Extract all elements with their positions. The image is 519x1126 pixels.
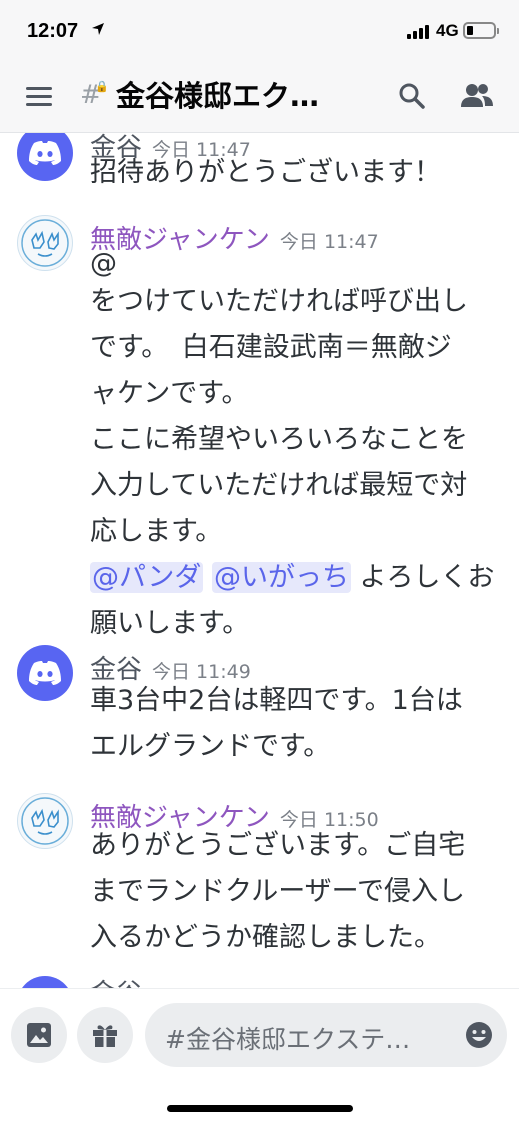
home-indicator[interactable]: [167, 1105, 353, 1112]
message-line: 願いします。: [90, 608, 250, 639]
message-line: 入力していただければ最短で対: [90, 470, 468, 501]
emoji-icon[interactable]: [465, 1021, 493, 1049]
gift-icon: [93, 1025, 117, 1047]
network-type: 4G: [436, 21, 459, 40]
message-line: ここに希望やいろいろなことを: [90, 424, 468, 455]
message-line: 招待ありがとうございます！: [90, 157, 441, 188]
janken-logo-icon: [21, 219, 69, 267]
mention-tag[interactable]: @いがっち: [211, 562, 351, 593]
discord-avatar[interactable]: [17, 645, 73, 701]
message-input[interactable]: #金谷様邸エクステ…: [145, 1003, 507, 1067]
discord-avatar[interactable]: [17, 976, 73, 988]
lock-icon: 🔒: [95, 80, 109, 93]
message-content: @ をつけていただければ呼び出し です。 白石建設武南＝無敵ジ ャケンです。 こ…: [90, 249, 502, 647]
message-input-placeholder: #金谷様邸エクステ…: [165, 1025, 411, 1054]
message-line: をつけていただければ呼び出し: [90, 286, 468, 317]
message-content: 招待ありがとうございます！: [90, 150, 502, 196]
message-line: ありがとうございます。ご自宅: [90, 830, 466, 861]
gift-button[interactable]: [77, 1007, 133, 1063]
search-icon[interactable]: [398, 82, 426, 110]
user-avatar[interactable]: [17, 215, 73, 271]
discord-logo-icon: [29, 661, 61, 685]
mention-tag[interactable]: @パンダ: [90, 562, 204, 593]
members-icon[interactable]: [460, 82, 494, 110]
user-avatar[interactable]: [17, 793, 73, 849]
message-text: よろしくお: [359, 562, 495, 593]
status-bar: 12:07 4G: [0, 0, 519, 62]
message-author[interactable]: 金谷: [90, 973, 142, 988]
cellular-signal-icon: [407, 25, 429, 39]
message-line: @パンダ @いがっち よろしくお: [90, 555, 502, 601]
message-line: エルグランドです。: [90, 731, 331, 762]
battery-icon: [463, 22, 499, 39]
channel-title[interactable]: 金谷様邸エク…: [116, 73, 319, 115]
hamburger-menu-icon[interactable]: [26, 87, 52, 107]
message-line: です。 白石建設武南＝無敵ジ: [90, 332, 452, 363]
janken-logo-icon: [21, 797, 69, 845]
message-content: 車3台中2台は軽四です。1台は エルグランドです。: [90, 678, 502, 770]
discord-avatar[interactable]: [17, 133, 73, 181]
image-icon: [27, 1023, 51, 1047]
message-line: ャケンです。: [90, 378, 249, 409]
message-line: @: [90, 248, 117, 279]
message-line: 応します。: [90, 516, 223, 547]
message-line: までランドクルーザーで侵入し: [90, 876, 466, 907]
channel-header: # 🔒 金谷様邸エク…: [0, 62, 519, 133]
message-line: 車3台中2台は軽四です。1台は: [90, 685, 463, 716]
image-upload-button[interactable]: [11, 1007, 67, 1063]
message-list[interactable]: 金谷 今日 11:47 招待ありがとうございます！ 無敵ジャンケン 今日 11:47…: [0, 133, 519, 988]
status-time: 12:07: [27, 20, 79, 42]
location-arrow-icon: [92, 23, 104, 35]
discord-logo-icon: [29, 141, 61, 165]
message-content: ありがとうございます。ご自宅 までランドクルーザーで侵入し 入るかどうか確認しま…: [90, 823, 502, 961]
message-line: 入るかどうか確認しました。: [90, 922, 441, 953]
